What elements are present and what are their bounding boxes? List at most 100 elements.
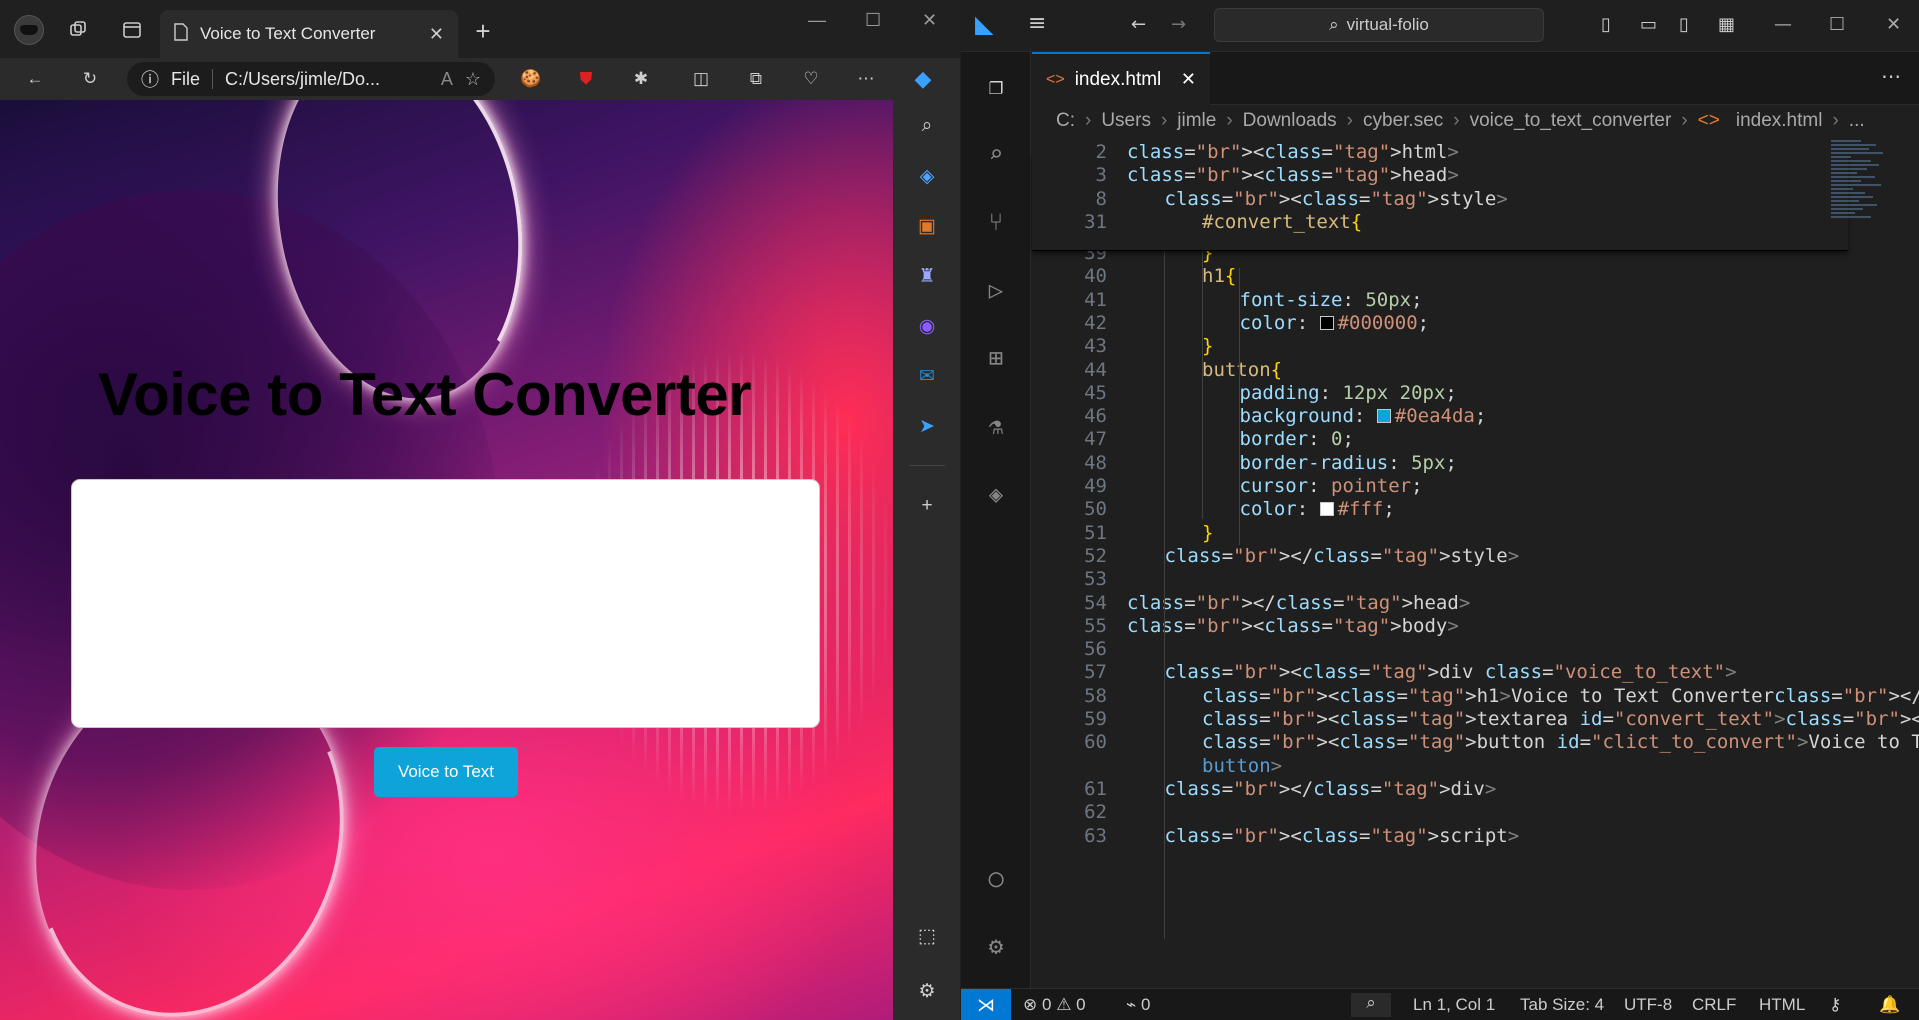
sidebar-settings-icon[interactable]: ⚙ (913, 977, 941, 1005)
toggle-secondary-sidebar-icon[interactable]: ▯ (1679, 14, 1689, 35)
minimize-icon[interactable]: — (808, 10, 826, 31)
sidebar-shopping-icon[interactable]: ◈ (913, 162, 941, 190)
indent-guide (1202, 239, 1203, 519)
browser-tab-active[interactable]: Voice to Text Converter ✕ (160, 10, 458, 58)
accounts-icon[interactable]: ◯ (978, 860, 1014, 896)
back-icon[interactable]: ← (22, 66, 48, 92)
maximize-icon[interactable]: ☐ (865, 10, 881, 31)
breadcrumb-item[interactable]: voice_to_text_converter (1470, 110, 1672, 136)
info-icon[interactable]: ⓘ (141, 66, 159, 92)
sidebar-outlook-icon[interactable]: ✉ (913, 362, 941, 390)
sidebar-screenshot-icon[interactable]: ⬚ (913, 922, 941, 950)
browser-essentials-icon[interactable]: ♡ (798, 66, 824, 92)
customize-layout-icon[interactable]: ▦ (1718, 14, 1735, 35)
sidebar-microsoft365-icon[interactable]: ◉ (913, 312, 941, 340)
zoom-icon[interactable]: ⌕ (1351, 993, 1391, 1017)
end-of-line[interactable]: CRLF (1692, 995, 1736, 1015)
command-center-text: virtual-folio (1346, 15, 1429, 34)
breadcrumb-item[interactable]: C: (1056, 110, 1075, 136)
page-heading: Voice to Text Converter (98, 361, 752, 428)
sticky-line[interactable]: 31 #convert_text{ (1032, 208, 1912, 236)
collections-icon[interactable]: ⧉ (743, 66, 769, 92)
nav-back-icon[interactable]: ← (1131, 14, 1146, 35)
copilot-icon[interactable]: ◆ (910, 66, 936, 92)
breadcrumb-item[interactable]: cyber.sec (1363, 110, 1443, 136)
warning-icon: ⚠ (1056, 995, 1072, 1014)
address-bar[interactable]: ⓘ File C:/Users/jimle/Do... A ☆ (127, 62, 495, 96)
vscode-titlebar: ◣ ≡ ← → ⌕ virtual-folio ▯ ▭ ▯ ▦ — ☐ ✕ (961, 0, 1919, 52)
problems-indicator[interactable]: ⊗ 0 ⚠ 0 (1023, 995, 1086, 1015)
editor-tab-close-icon[interactable]: ✕ (1181, 69, 1196, 90)
sidebar-drop-icon[interactable]: ➤ (913, 412, 941, 440)
refresh-icon[interactable]: ↻ (77, 66, 103, 92)
vscode-minimize-icon[interactable]: — (1774, 14, 1792, 35)
toggle-primary-sidebar-icon[interactable]: ▯ (1601, 14, 1611, 35)
split-screen-icon[interactable]: ◫ (688, 66, 714, 92)
read-aloud-icon[interactable]: A (441, 69, 453, 90)
breadcrumb[interactable]: C: › Users › jimle › Downloads › cyber.sec › voice… (1056, 110, 1865, 136)
editor-tab-index-html[interactable]: <> index.html ✕ (1032, 52, 1210, 105)
sidebar-tools-icon[interactable]: ▣ (913, 212, 941, 240)
code-editor[interactable]: 39} 40 h1{41 font-size: 50px; 42 color: #0000… (1032, 138, 1919, 988)
remote-indicator-icon[interactable]: ⋊ (961, 989, 1011, 1020)
color-swatch[interactable] (1376, 409, 1391, 424)
editor-more-actions-icon[interactable]: ⋯ (1881, 64, 1901, 88)
search-view-icon[interactable]: ⌕ (978, 136, 1014, 172)
minimap[interactable] (1831, 138, 1911, 318)
indent-guide (1239, 384, 1240, 545)
vscode-maximize-icon[interactable]: ☐ (1829, 14, 1845, 35)
source-control-icon[interactable]: ⑂ (978, 204, 1014, 240)
run-debug-icon[interactable]: ▷ (978, 272, 1014, 308)
testing-flask-icon[interactable]: ⚗ (978, 408, 1014, 444)
color-swatch[interactable] (1319, 502, 1334, 517)
voice-to-text-button[interactable]: Voice to Text (374, 747, 518, 797)
breadcrumb-item[interactable]: ... (1849, 110, 1865, 136)
html-file-icon: <> (1697, 110, 1720, 131)
more-menu-icon[interactable]: ⋯ (853, 66, 879, 92)
notifications-bell-icon[interactable]: 🔔 (1879, 995, 1900, 1015)
address-scheme: File (171, 68, 201, 89)
error-count: 0 (1041, 995, 1052, 1014)
toggle-panel-icon[interactable]: ▭ (1640, 14, 1657, 35)
search-icon: ⌕ (1329, 15, 1339, 34)
workspaces-icon[interactable] (64, 16, 92, 44)
window-close-icon[interactable]: ✕ (922, 10, 937, 31)
sidebar-games-icon[interactable]: ♜ (913, 262, 941, 290)
ports-indicator[interactable]: ⌁ 0 (1126, 995, 1150, 1015)
breadcrumb-chevron-icon: › (1453, 110, 1460, 131)
extensions-puzzle-icon[interactable]: ✱ (628, 66, 654, 92)
extensions-icon[interactable]: ⊞ (978, 340, 1014, 376)
line-code: class="br"><class="tag">script> (1164, 824, 1520, 847)
sidebar-search-icon[interactable]: ⌕ (913, 112, 941, 140)
breadcrumb-item[interactable]: index.html (1736, 110, 1823, 136)
language-mode[interactable]: HTML (1759, 995, 1805, 1015)
live-share-icon[interactable]: ⚷ (1829, 995, 1841, 1015)
encoding[interactable]: UTF-8 (1624, 995, 1672, 1015)
address-path: C:/Users/jimle/Do... (225, 68, 381, 89)
explorer-icon[interactable]: ❐ (978, 68, 1014, 104)
tab-size[interactable]: Tab Size: 4 (1520, 995, 1604, 1015)
cookie-extension-icon[interactable]: 🍪 (518, 66, 544, 92)
cursor-position[interactable]: Ln 1, Col 1 (1413, 995, 1495, 1015)
layers-icon[interactable]: ◈ (978, 476, 1014, 512)
convert-text-textarea[interactable] (71, 479, 820, 728)
color-swatch[interactable] (1319, 315, 1334, 330)
favorite-star-icon[interactable]: ☆ (465, 69, 481, 90)
hamburger-menu-icon[interactable]: ≡ (1028, 11, 1046, 36)
tab-close-icon[interactable]: ✕ (429, 24, 444, 45)
nav-forward-icon[interactable]: → (1171, 14, 1186, 35)
manage-gear-icon[interactable]: ⚙ (978, 928, 1014, 964)
sticky-scroll-header[interactable]: 2 class="br"><class="tag">html> 3 class="br… (1032, 141, 1848, 251)
breadcrumb-chevron-icon: › (1832, 110, 1839, 131)
breadcrumb-item[interactable]: Downloads (1243, 110, 1337, 136)
breadcrumb-chevron-icon: › (1346, 110, 1353, 131)
vscode-close-icon[interactable]: ✕ (1886, 14, 1901, 35)
breadcrumb-item[interactable]: jimle (1177, 110, 1216, 136)
tab-actions-icon[interactable] (118, 16, 146, 44)
command-center-search[interactable]: ⌕ virtual-folio (1214, 8, 1544, 42)
sidebar-add-icon[interactable]: + (913, 492, 941, 520)
profile-avatar-icon[interactable] (14, 15, 44, 45)
ublock-extension-icon[interactable]: ⛊ (573, 66, 599, 92)
breadcrumb-item[interactable]: Users (1101, 110, 1151, 136)
new-tab-icon[interactable]: + (468, 16, 498, 46)
